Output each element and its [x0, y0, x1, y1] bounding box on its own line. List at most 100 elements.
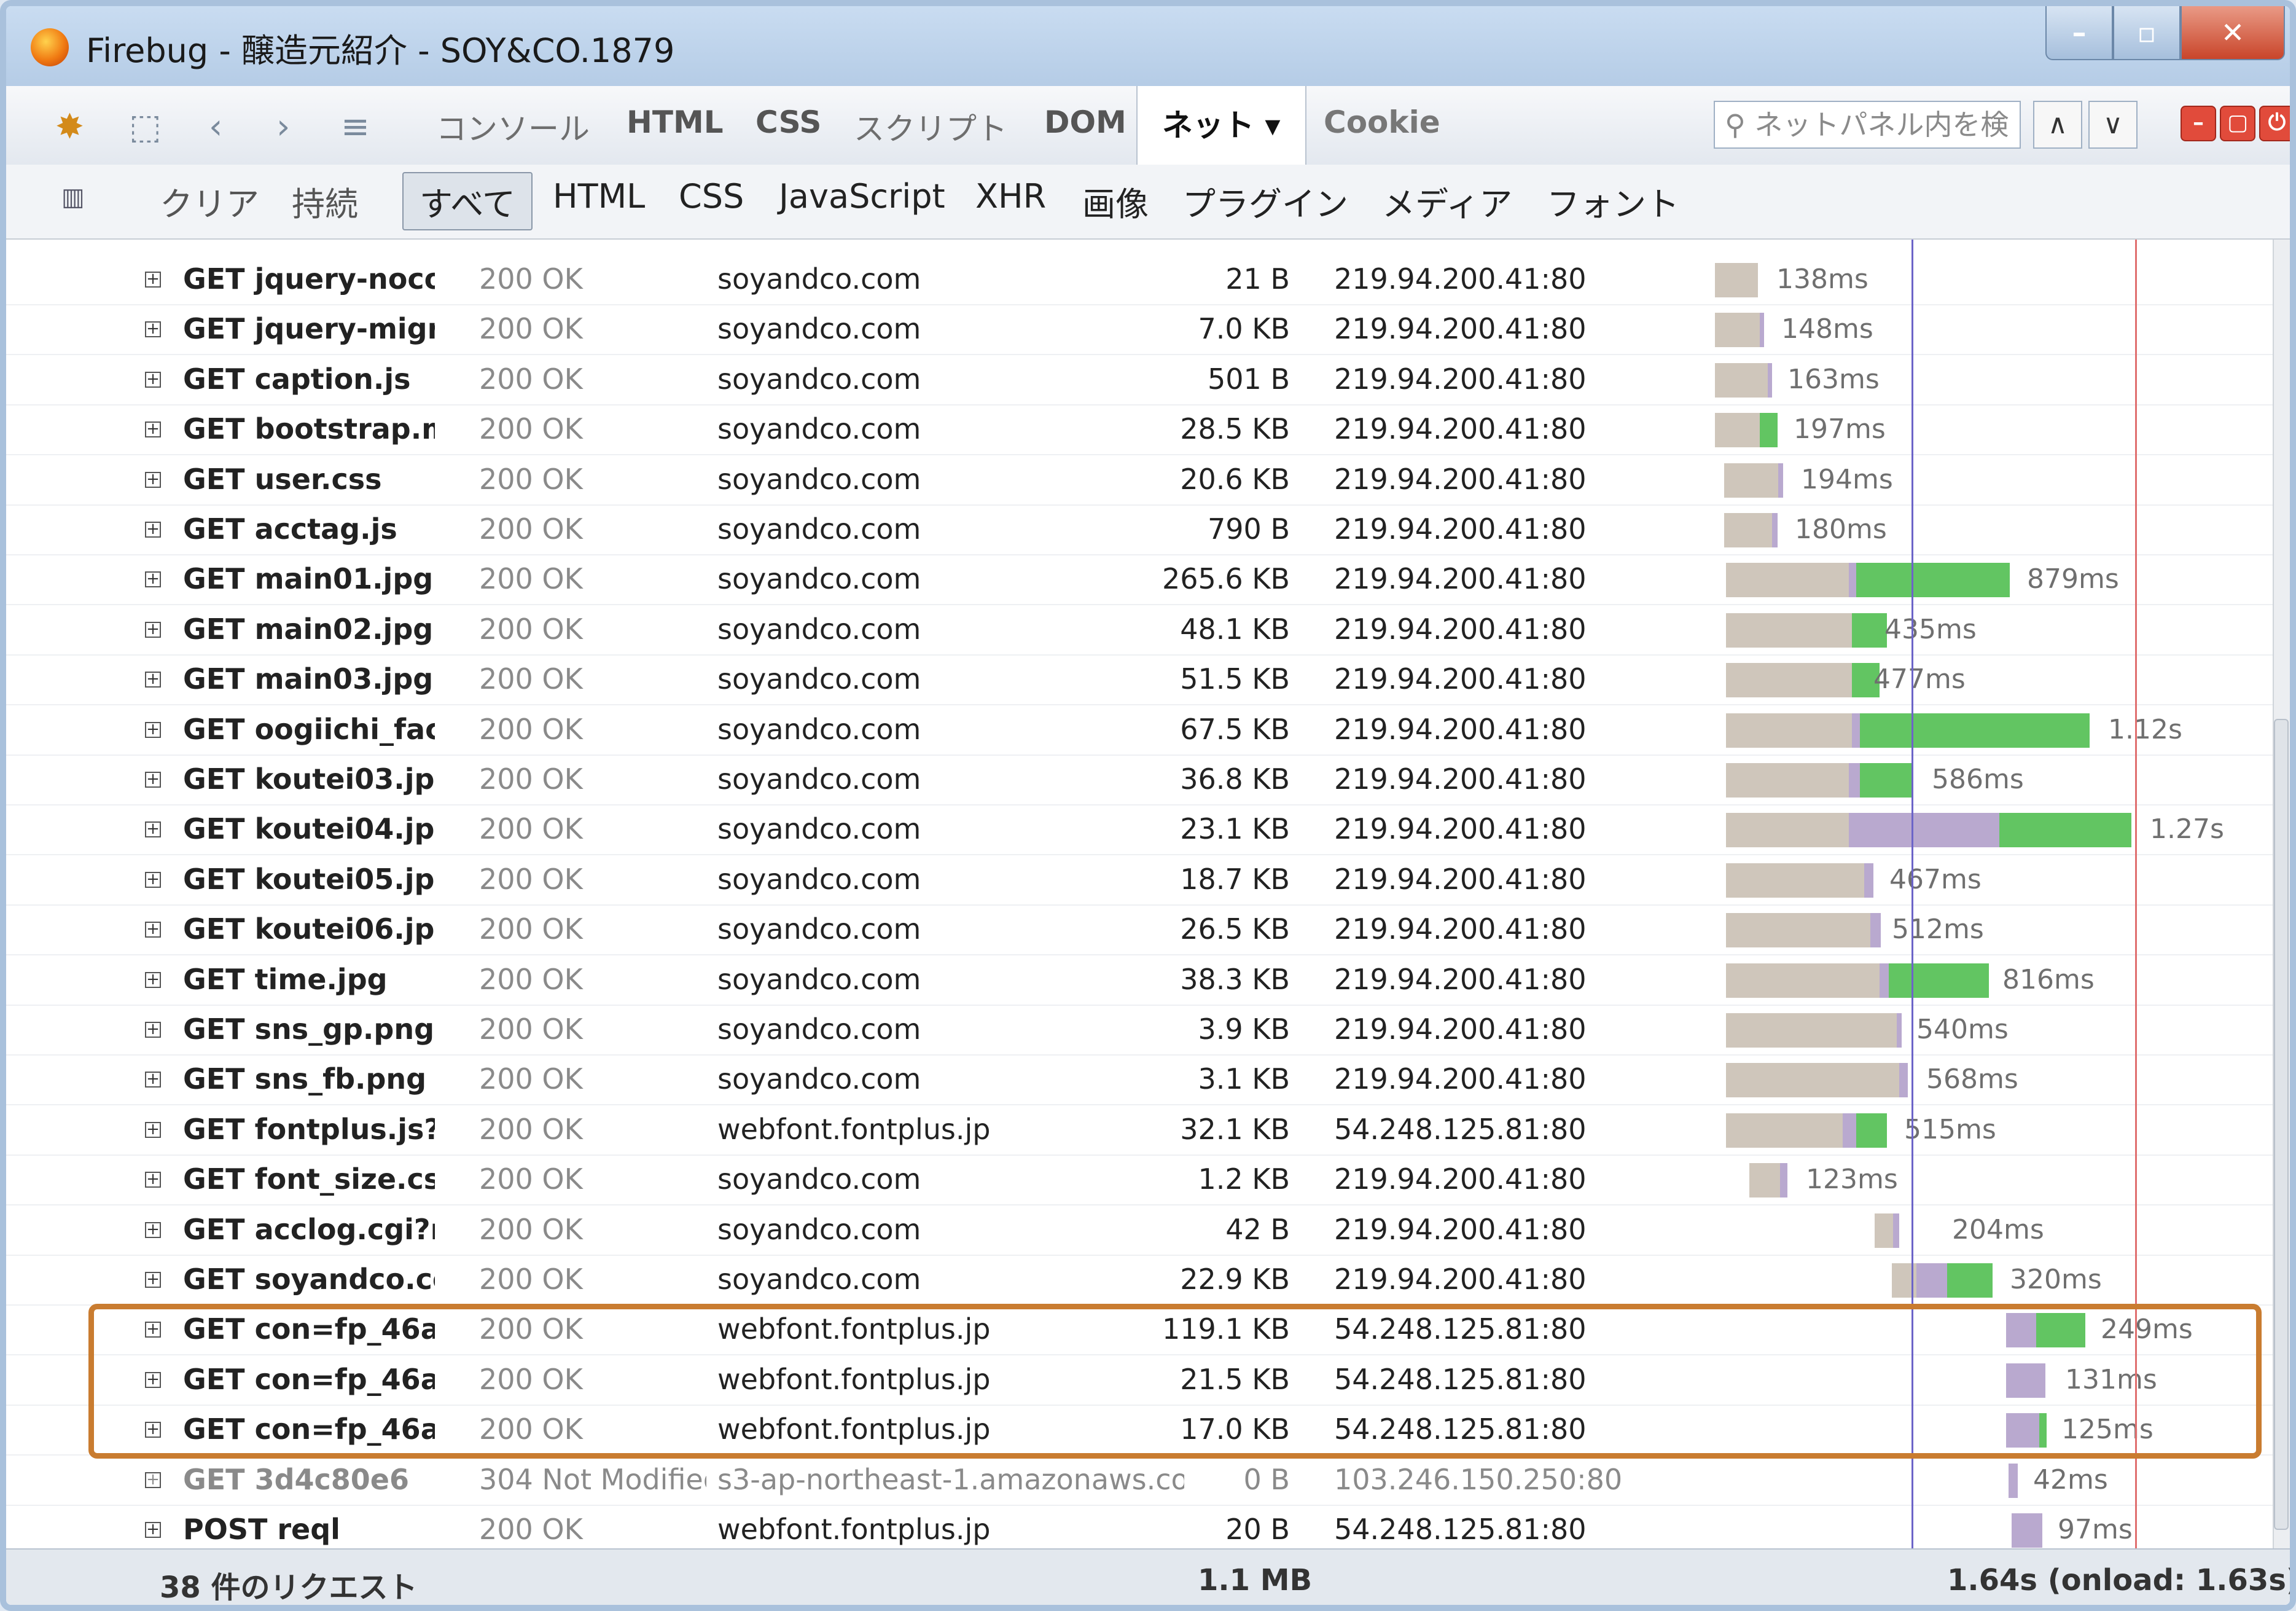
request-row[interactable]: + GET sns_gp.png 200 OK soyandco.com 3.9 KB 2… [6, 1005, 2273, 1056]
firebug-power-icon[interactable]: ⏻ [2259, 106, 2290, 141]
expand-icon[interactable]: + [145, 471, 161, 488]
request-domain: webfont.fontplus.jp [717, 1513, 991, 1546]
minimize-button[interactable]: – [2045, 6, 2113, 60]
request-row[interactable]: + GET 3d4c80e6 304 Not Modified s3-ap-north… [6, 1455, 2273, 1506]
request-row[interactable]: + GET koutei03.jpg 200 OK soyandco.com 36.8 … [6, 755, 2273, 806]
request-row[interactable]: + GET acclog.cgi?re 200 OK soyandco.com 42 B… [6, 1205, 2273, 1256]
scrollbar-thumb[interactable] [2274, 719, 2289, 1530]
search-prev-button[interactable]: ∧ [2033, 101, 2082, 149]
filter-plugins[interactable]: プラグイン [1182, 177, 1348, 225]
search-next-button[interactable]: ∨ [2088, 101, 2138, 149]
expand-icon[interactable]: + [145, 621, 161, 638]
request-row[interactable]: + GET jquery-migr 200 OK soyandco.com 7.0 KB… [6, 304, 2273, 356]
request-url: GET font_size.css [183, 1162, 435, 1196]
filter-images[interactable]: 画像 [1082, 177, 1149, 225]
request-row[interactable]: + GET main01.jpg 200 OK soyandco.com 265.6 K… [6, 554, 2273, 606]
timeline-bar-wait [1724, 463, 1778, 498]
request-remote-ip: 219.94.200.41:80 [1334, 512, 1587, 546]
expand-icon[interactable]: + [145, 571, 161, 588]
back-icon[interactable]: ‹ [209, 107, 222, 147]
request-domain: s3-ap-northeast-1.amazonaws.com [717, 1462, 1184, 1496]
filter-all[interactable]: すべて [402, 172, 533, 230]
expand-icon[interactable]: + [145, 321, 161, 338]
request-row[interactable]: + GET font_size.css 200 OK soyandco.com 1.2 … [6, 1154, 2273, 1206]
request-row[interactable]: + GET fontplus.js?t 200 OK webfont.fontplus… [6, 1105, 2273, 1156]
request-row[interactable]: + GET soyandco.co 200 OK soyandco.com 22.9 K… [6, 1255, 2273, 1306]
tab-html[interactable]: HTML [627, 104, 724, 140]
filter-fonts[interactable]: フォント [1547, 177, 1679, 225]
expand-icon[interactable]: + [145, 1121, 161, 1138]
timeline-bar-wait [1726, 913, 1870, 948]
filter-xhr[interactable]: XHR [975, 177, 1046, 216]
request-size: 28.5 KB [1180, 412, 1290, 446]
expand-icon[interactable]: + [145, 772, 161, 788]
request-row[interactable]: + GET caption.js 200 OK soyandco.com 501 B 21… [6, 355, 2273, 406]
filter-css[interactable]: CSS [679, 177, 744, 216]
persist-button[interactable]: 持続 [292, 177, 358, 225]
request-row[interactable]: + GET main02.jpg 200 OK soyandco.com 48.1 KB… [6, 605, 2273, 656]
request-size: 36.8 KB [1180, 762, 1290, 796]
firefox-icon [31, 28, 69, 66]
expand-icon[interactable]: + [145, 1072, 161, 1088]
expand-icon[interactable]: + [145, 922, 161, 938]
tab-dom[interactable]: DOM [1044, 104, 1127, 140]
request-url: GET acclog.cgi?re [183, 1212, 435, 1246]
request-row[interactable]: + GET acctag.js 200 OK soyandco.com 790 B 219… [6, 504, 2273, 555]
request-row[interactable]: + GET koutei06.jpg 200 OK soyandco.com 26.5 … [6, 904, 2273, 956]
request-time: 1.27s [2150, 813, 2224, 845]
firebug-bug-icon[interactable]: ✸ [55, 107, 84, 147]
firebug-detach-icon[interactable]: ▢ [2220, 106, 2255, 141]
expand-icon[interactable]: + [145, 1272, 161, 1288]
request-row[interactable]: + GET oogiichi_fact 200 OK soyandco.com 67.5… [6, 705, 2273, 756]
timeline-bar-wait [1726, 963, 1880, 998]
timeline-bar-wait [1726, 713, 1852, 748]
request-row[interactable]: + GET bootstrap.m 200 OK soyandco.com 28.5 K… [6, 404, 2273, 456]
xhr-icon[interactable]: ▥ [61, 183, 85, 211]
request-row[interactable]: + GET time.jpg 200 OK soyandco.com 38.3 KB 21… [6, 955, 2273, 1006]
expand-icon[interactable]: + [145, 1472, 161, 1488]
tab-cookie[interactable]: Cookie [1324, 104, 1440, 140]
tab-console[interactable]: コンソール [436, 104, 590, 149]
filter-html[interactable]: HTML [553, 177, 645, 216]
expand-icon[interactable]: + [145, 1221, 161, 1238]
request-time: 467ms [1889, 863, 1982, 895]
expand-icon[interactable]: + [145, 1022, 161, 1038]
expand-icon[interactable]: + [145, 522, 161, 538]
expand-icon[interactable]: + [145, 1522, 161, 1538]
request-remote-ip: 219.94.200.41:80 [1334, 312, 1587, 346]
request-domain: soyandco.com [717, 362, 921, 396]
expand-icon[interactable]: + [145, 821, 161, 838]
list-icon[interactable]: ≡ [341, 107, 370, 147]
expand-icon[interactable]: + [145, 272, 161, 288]
request-row[interactable]: + GET main03.jpg 200 OK soyandco.com 51.5 KB… [6, 654, 2273, 706]
tab-net[interactable]: ネット ▾ [1136, 86, 1306, 165]
expand-icon[interactable]: + [145, 971, 161, 988]
expand-icon[interactable]: + [145, 421, 161, 438]
request-row[interactable]: + GET sns_fb.png 200 OK soyandco.com 3.1 KB 2… [6, 1054, 2273, 1106]
maximize-button[interactable]: ▫ [2113, 6, 2181, 60]
expand-icon[interactable]: + [145, 672, 161, 688]
tab-css[interactable]: CSS [756, 104, 821, 140]
request-row[interactable]: + GET koutei04.jpg 200 OK soyandco.com 23.1 … [6, 804, 2273, 856]
filter-javascript[interactable]: JavaScript [779, 177, 945, 216]
expand-icon[interactable]: + [145, 1172, 161, 1188]
expand-icon[interactable]: + [145, 371, 161, 388]
firebug-minimize-icon[interactable]: – [2181, 106, 2216, 141]
timeline-bar-wait [1749, 1163, 1780, 1198]
request-status: 200 OK [479, 1112, 583, 1146]
request-row[interactable]: + GET jquery-noco 200 OK soyandco.com 21 B 21… [6, 254, 2273, 305]
expand-icon[interactable]: + [145, 721, 161, 738]
request-status: 200 OK [479, 362, 583, 396]
request-row[interactable]: + GET user.css 200 OK soyandco.com 20.6 KB 21… [6, 455, 2273, 506]
request-row[interactable]: + GET koutei05.jpg 200 OK soyandco.com 18.7 … [6, 855, 2273, 906]
inspect-icon[interactable]: ⬚ [129, 107, 162, 147]
clear-button[interactable]: クリア [160, 177, 259, 225]
net-search-input[interactable]: ⚲ ネットパネル内を検 [1714, 101, 2021, 149]
expand-icon[interactable]: + [145, 871, 161, 888]
forward-icon[interactable]: › [276, 107, 290, 147]
close-button[interactable]: ✕ [2181, 6, 2285, 60]
request-url: GET sns_fb.png [183, 1062, 427, 1096]
tab-script[interactable]: スクリプト [854, 104, 1007, 149]
request-row[interactable]: + POST reql 200 OK webfont.fontplus.jp 20 B 5… [6, 1505, 2273, 1548]
filter-media[interactable]: メディア [1382, 177, 1512, 225]
